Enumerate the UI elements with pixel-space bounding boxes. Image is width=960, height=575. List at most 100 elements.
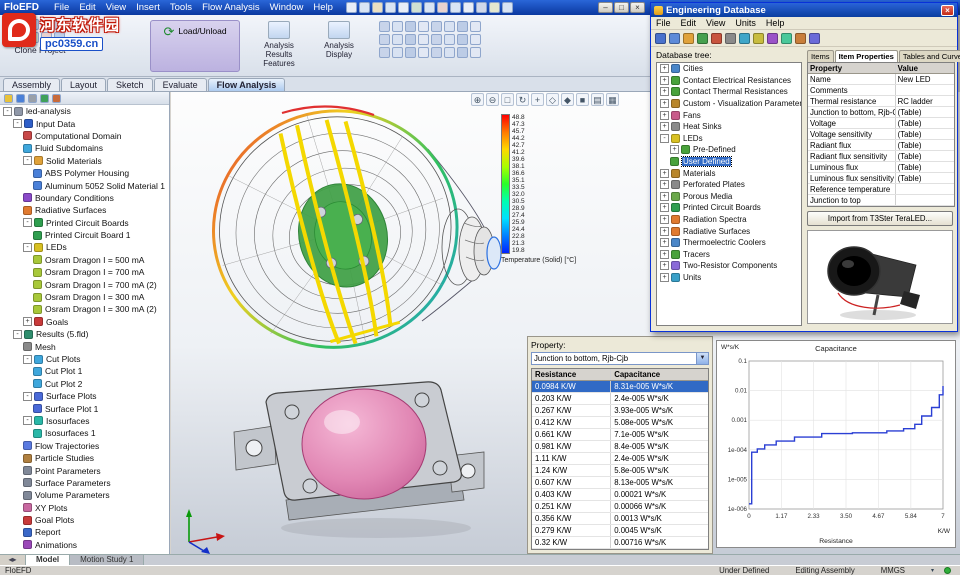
tree-item-thermoelectric-coolers[interactable]: +Thermoelectric Coolers [657, 237, 801, 249]
tree-expander-icon[interactable]: - [23, 416, 32, 425]
grid-row[interactable]: Radiant flux sensitivity(Table) [808, 151, 954, 162]
grid-row[interactable]: Junction to bottom, Rjb-Cjb(Table) [808, 107, 954, 118]
flow-analysis-tool-icon[interactable] [444, 21, 455, 32]
titlebar-tool-icon[interactable] [359, 2, 370, 13]
titlebar-tool-icon[interactable] [502, 2, 513, 13]
tree-item-goals[interactable]: +Goals [0, 316, 169, 328]
engdb-tool-icon[interactable] [725, 33, 736, 44]
flow-analysis-tool-icon[interactable] [431, 34, 442, 45]
tree-item-abs-polymer-housing[interactable]: ABS Polymer Housing [0, 167, 169, 179]
flow-analysis-tool-icon[interactable] [392, 34, 403, 45]
grid-row[interactable]: NameNew LED [808, 74, 954, 85]
tree-expander-icon[interactable]: + [670, 145, 679, 154]
tree-item-cut-plots[interactable]: -Cut Plots [0, 353, 169, 365]
tree-expander-icon[interactable]: + [660, 261, 669, 270]
zoom-to-fit-icon[interactable]: ⊕ [471, 93, 484, 106]
project-tool-icon[interactable] [54, 32, 65, 43]
flow-analysis-tool-icon[interactable] [418, 47, 429, 58]
analysis-results-features-button[interactable]: Analysis Results Features [252, 21, 306, 68]
tree-item-results-5-fld[interactable]: -Results (5.fld) [0, 328, 169, 340]
flow-analysis-tool-icon[interactable] [379, 34, 390, 45]
tree-item-report[interactable]: Report [0, 526, 169, 538]
tree-item-point-parameters[interactable]: Point Parameters [0, 464, 169, 476]
engdb-tool-icon[interactable] [711, 33, 722, 44]
engdb-tool-icon[interactable] [781, 33, 792, 44]
flow-analysis-tool-icon[interactable] [405, 21, 416, 32]
import-t3ster-button[interactable]: Import from T3Ster TeraLED... [807, 211, 953, 226]
table-row[interactable]: 1.24 K/W5.8e-005 W*s/K [532, 465, 708, 477]
model-tab-model[interactable]: Model [26, 555, 70, 565]
engdb-tool-icon[interactable] [795, 33, 806, 44]
titlebar-tool-icon[interactable] [463, 2, 474, 13]
tree-item-animations[interactable]: Animations [0, 539, 169, 551]
flow-analysis-tool-icon[interactable] [379, 47, 390, 58]
tree-expander-icon[interactable]: + [660, 111, 669, 120]
tab-flow-analysis[interactable]: Flow Analysis [208, 78, 286, 91]
titlebar-tool-icon[interactable] [476, 2, 487, 13]
titlebar-tool-icon[interactable] [424, 2, 435, 13]
tree-item-heat-sinks[interactable]: +Heat Sinks [657, 121, 801, 133]
table-row[interactable]: 0.403 K/W0.00021 W*s/K [532, 489, 708, 501]
tree-item-user-defined[interactable]: User Defined [657, 156, 801, 168]
project-tool-icon[interactable] [28, 19, 39, 30]
tree-item-contact-electrical-resistances[interactable]: +Contact Electrical Resistances [657, 75, 801, 87]
shaded-icon[interactable]: ▦ [606, 93, 619, 106]
tree-item-osram-dragon-i-500-ma[interactable]: Osram Dragon I = 500 mA [0, 254, 169, 266]
tree-item-pre-defined[interactable]: +Pre-Defined [657, 144, 801, 156]
rotate-view-icon[interactable]: ↻ [516, 93, 529, 106]
engdb-tool-icon[interactable] [809, 33, 820, 44]
menu-tools[interactable]: Tools [165, 2, 197, 13]
tree-item-porous-media[interactable]: +Porous Media [657, 191, 801, 203]
close-button[interactable]: × [630, 2, 645, 13]
table-row[interactable]: 0.0984 K/W8.31e-005 W*s/K [532, 381, 708, 393]
tree-expander-icon[interactable]: - [23, 156, 32, 165]
flow-analysis-tool-icon[interactable] [418, 21, 429, 32]
status-mmgs[interactable]: MMGS [881, 566, 905, 575]
table-row[interactable]: 0.279 K/W0.0045 W*s/K [532, 525, 708, 537]
tree-item-contact-thermal-resistances[interactable]: +Contact Thermal Resistances [657, 86, 801, 98]
tree-item-surface-parameters[interactable]: Surface Parameters [0, 477, 169, 489]
load-unload-button[interactable]: ⟳ Load/Unload [150, 20, 240, 72]
menu-file[interactable]: File [49, 2, 74, 13]
tree-item-surface-plots[interactable]: -Surface Plots [0, 390, 169, 402]
tree-item-xy-plots[interactable]: XY Plots [0, 502, 169, 514]
tree-expander-icon[interactable]: - [13, 119, 22, 128]
project-tool-icon[interactable] [54, 19, 65, 30]
flow-analysis-tool-icon[interactable] [431, 21, 442, 32]
grid-row[interactable]: Radiant flux(Table) [808, 140, 954, 151]
configurationmanager-tab-icon[interactable] [28, 94, 37, 103]
grid-row[interactable]: Junction to top [808, 195, 954, 206]
featuremanager-tab-icon[interactable] [4, 94, 13, 103]
tree-expander-icon[interactable]: + [660, 64, 669, 73]
tree-item-osram-dragon-i-700-ma[interactable]: Osram Dragon I = 700 mA [0, 266, 169, 278]
tree-item-leds[interactable]: -LEDs [657, 133, 801, 145]
menu-help[interactable]: Help [308, 2, 338, 13]
tree-expander-icon[interactable]: + [660, 192, 669, 201]
flow-analysis-tool-icon[interactable] [379, 21, 390, 32]
dimxpert-tab-icon[interactable] [52, 94, 61, 103]
menu-insert[interactable]: Insert [131, 2, 165, 13]
titlebar-tool-icon[interactable] [385, 2, 396, 13]
titlebar-tool-icon[interactable] [411, 2, 422, 13]
tree-expander-icon[interactable]: + [660, 122, 669, 131]
tree-expander-icon[interactable]: + [660, 273, 669, 282]
tree-expander-icon[interactable]: - [23, 355, 32, 364]
project-tool-icon[interactable] [15, 32, 26, 43]
titlebar-tool-icon[interactable] [398, 2, 409, 13]
grid-row[interactable]: Voltage(Table) [808, 118, 954, 129]
tree-expander-icon[interactable]: + [660, 250, 669, 259]
engdb-tool-icon[interactable] [683, 33, 694, 44]
engdb-tab-tables-and-curves[interactable]: Tables and Curves [899, 50, 960, 62]
grid-row[interactable]: Reference temperature [808, 184, 954, 195]
tree-expander-icon[interactable]: + [23, 317, 32, 326]
grid-row[interactable]: Luminous flux(Table) [808, 162, 954, 173]
property-dropdown[interactable]: Junction to bottom, Rjb-Cjb ▼ [531, 352, 709, 365]
flow-analysis-tool-icon[interactable] [418, 34, 429, 45]
maximize-button[interactable]: □ [614, 2, 629, 13]
tree-item-osram-dragon-i-300-ma-2[interactable]: Osram Dragon I = 300 mA (2) [0, 303, 169, 315]
table-row[interactable]: 0.203 K/W2.4e-005 W*s/K [532, 393, 708, 405]
tree-item-cut-plot-1[interactable]: Cut Plot 1 [0, 365, 169, 377]
grid-row[interactable]: Luminous flux sensitivity(Table) [808, 173, 954, 184]
tree-item-mesh[interactable]: Mesh [0, 340, 169, 352]
engdb-menu-units[interactable]: Units [730, 18, 761, 28]
